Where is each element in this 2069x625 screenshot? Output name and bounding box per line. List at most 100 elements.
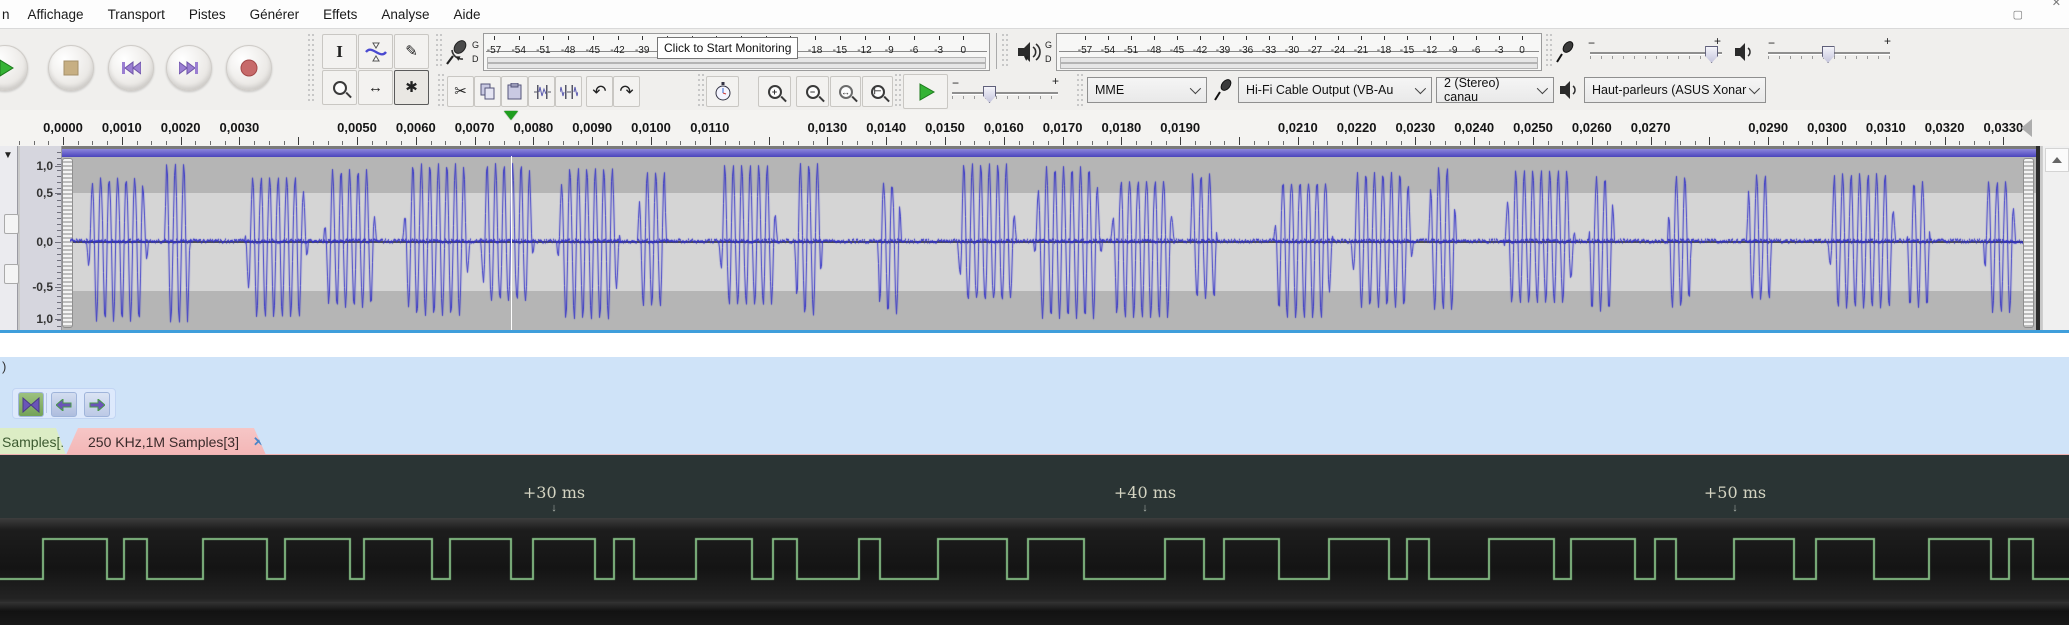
vruler-tick — [55, 166, 61, 167]
recording-device-select[interactable]: Hi-Fi Cable Output (VB-Au — [1238, 77, 1432, 103]
redo-button[interactable]: ↷ — [613, 76, 640, 107]
silence-icon — [560, 84, 578, 100]
session-tab-inactive[interactable]: Samples[... — [0, 428, 68, 455]
tick-arrow-icon: ↓ — [1142, 502, 1148, 514]
skip-end-button[interactable] — [166, 45, 212, 91]
ruler-minor-tick — [1798, 141, 1799, 145]
device-toolbar-grip[interactable] — [1077, 74, 1084, 106]
play-at-speed-grip[interactable] — [895, 74, 902, 106]
menu-effets[interactable]: Effets — [311, 7, 369, 22]
playback-meter[interactable]: -57-54-51-48-45-42-39-36-33-30-27-24-21-… — [1056, 33, 1542, 71]
clip-right-grabber[interactable] — [2023, 158, 2034, 328]
ruler-minor-tick — [1518, 141, 1519, 145]
cut-button[interactable]: ✂ — [447, 76, 474, 107]
window-edge — [2036, 146, 2040, 330]
silence-audio-button[interactable] — [555, 76, 582, 107]
ruler-minor-tick — [813, 141, 814, 145]
ruler-minor-tick — [1974, 141, 1975, 145]
prev-button[interactable] — [51, 392, 77, 417]
chevron-down-icon — [1749, 83, 1760, 94]
ruler-minor-tick — [1577, 141, 1578, 145]
ruler-minor-tick — [107, 141, 108, 145]
play-button[interactable] — [0, 45, 28, 91]
menu-analyse[interactable]: Analyse — [369, 7, 441, 22]
scroll-up-button[interactable] — [2045, 148, 2069, 172]
play-at-speed-button[interactable] — [903, 74, 948, 109]
ruler-time-label: 0,0180 — [1102, 120, 1142, 135]
ruler-minor-tick — [431, 141, 432, 145]
playback-meter-grip[interactable] — [1002, 34, 1009, 68]
ruler-minor-tick — [1754, 141, 1755, 145]
record-meter-mic-icon[interactable]: ▾ — [444, 38, 470, 66]
ruler-minor-tick — [1665, 141, 1666, 145]
record-button[interactable] — [226, 45, 272, 91]
stop-button[interactable] — [48, 45, 94, 91]
play-speed-slider[interactable] — [952, 92, 1058, 94]
play-meter-speaker-icon[interactable]: ▾ — [1016, 40, 1042, 69]
track-vertical-ruler[interactable]: 1,00,50,0-0,51,0 — [20, 146, 62, 330]
zoom-out-button[interactable]: − — [796, 76, 829, 107]
menu-affichage[interactable]: Affichage — [16, 7, 96, 22]
zoom-selection-button[interactable]: ↔ — [830, 76, 861, 107]
envelope-tool-button[interactable] — [358, 34, 393, 69]
recording-meter-grip[interactable] — [436, 34, 443, 68]
playback-device-select[interactable]: Haut-parleurs (ASUS Xonar — [1584, 77, 1766, 103]
ruler-time-label: 0,0220 — [1337, 120, 1377, 135]
undo-button[interactable]: ↶ — [586, 76, 613, 107]
menu-aide[interactable]: Aide — [441, 7, 492, 22]
ruler-minor-tick — [548, 141, 549, 145]
playhead-marker[interactable] — [504, 111, 518, 120]
selection-tool-button[interactable]: I — [322, 34, 357, 69]
timeshift-tool-button[interactable]: ↔ — [358, 70, 393, 105]
paste-button[interactable] — [501, 76, 528, 107]
menu-transport[interactable]: Transport — [96, 7, 177, 22]
ruler-minor-tick — [1842, 141, 1843, 145]
timer-toolbar-grip[interactable] — [698, 74, 705, 106]
close-window-icon[interactable]: ✕ — [2052, 0, 2061, 9]
recording-channels-select[interactable]: 2 (Stereo) canau — [1436, 77, 1554, 103]
track-slider-fragment[interactable] — [4, 264, 19, 284]
meter-tick — [815, 36, 816, 40]
track-control-panel[interactable]: ▼ — [0, 146, 18, 330]
session-tab-active[interactable]: 250 KHz,1M Samples[3] ✕ — [66, 428, 266, 455]
mixer-toolbar-grip[interactable] — [1546, 34, 1553, 68]
zoom-tool-button[interactable] — [322, 70, 357, 105]
multi-tool-button[interactable]: ✱ — [394, 70, 429, 105]
menu-item-clipped[interactable]: n — [0, 7, 16, 22]
divider — [46, 393, 47, 413]
draw-tool-button[interactable]: ✎ — [394, 34, 429, 69]
zoom-fit-button-dsview[interactable] — [18, 392, 44, 417]
tools-toolbar-grip[interactable] — [308, 34, 315, 104]
vruler-tick — [57, 188, 61, 189]
menu-pistes[interactable]: Pistes — [177, 7, 238, 22]
zoom-in-button[interactable]: + — [758, 76, 791, 107]
ruler-minor-tick — [695, 141, 696, 145]
logic-view[interactable]: +30 ms↓+40 ms↓+50 ms↓ — [0, 455, 2069, 625]
zoom-selection-icon: ↔ — [839, 85, 853, 99]
tab-close-icon[interactable]: ✕ — [253, 434, 264, 450]
ruler-minor-tick — [225, 141, 226, 145]
skip-start-button[interactable] — [108, 45, 154, 91]
audio-host-select[interactable]: MME — [1087, 77, 1207, 103]
edit-toolbar-grip[interactable] — [438, 74, 445, 106]
timeline-ruler[interactable]: 0,00000,00100,00200,00300,00500,00600,00… — [0, 110, 2069, 147]
vruler-label: 0,0 — [36, 235, 53, 249]
ruler-minor-tick — [445, 141, 446, 145]
ruler-end-arrow-icon — [2021, 119, 2032, 137]
ruler-minor-tick — [519, 141, 520, 145]
copy-button[interactable] — [474, 76, 501, 107]
logic-channel-row[interactable] — [0, 518, 2069, 602]
stopwatch-button[interactable] — [706, 76, 739, 107]
vertical-scrollbar[interactable] — [2042, 146, 2069, 330]
ruler-minor-tick — [1930, 141, 1931, 145]
track-menu-icon[interactable]: ▼ — [3, 150, 13, 161]
recording-volume-slider[interactable] — [1590, 52, 1722, 54]
ruler-major-tick — [1180, 137, 1181, 145]
track-slider-fragment[interactable] — [4, 214, 19, 234]
maximize-icon[interactable]: ▢ — [2013, 8, 2023, 21]
trim-audio-button[interactable] — [528, 76, 555, 107]
next-button[interactable] — [84, 392, 110, 417]
zoom-fit-button[interactable]: ⊢ — [862, 76, 893, 107]
waveform-canvas[interactable] — [70, 156, 2023, 330]
menu-generer[interactable]: Générer — [238, 7, 312, 22]
